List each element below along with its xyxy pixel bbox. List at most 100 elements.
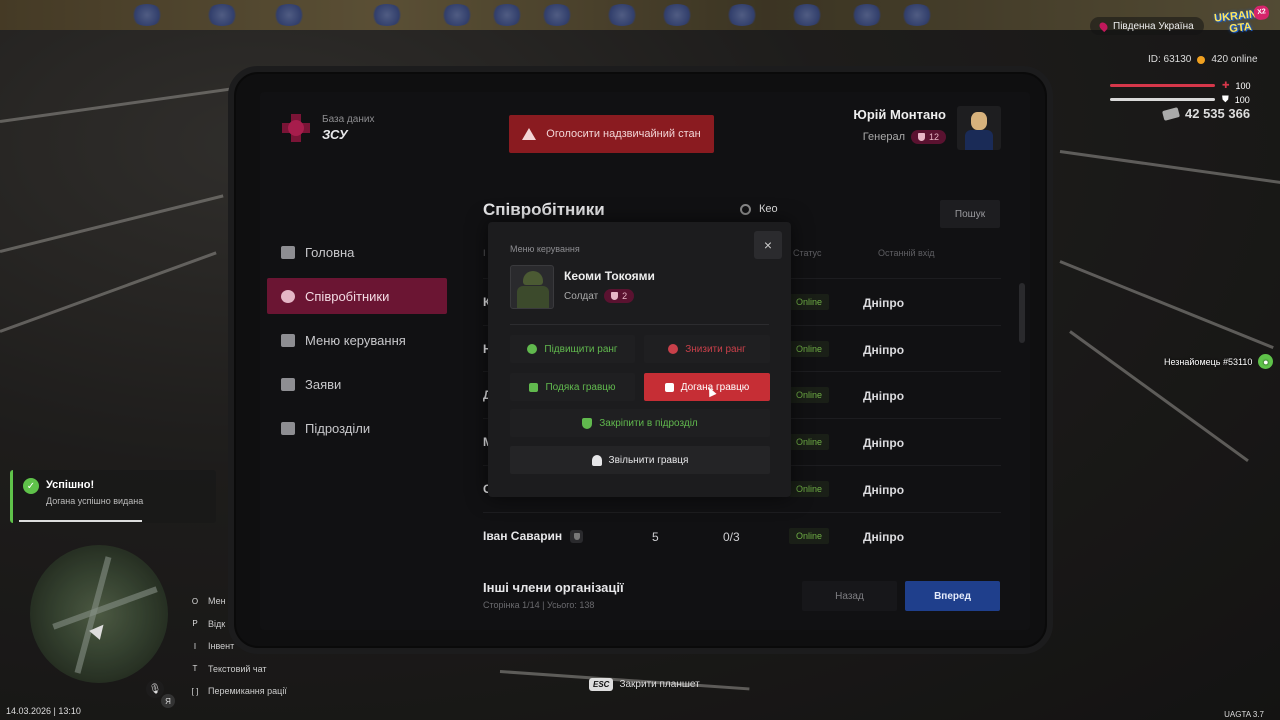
- search-icon: [740, 203, 751, 215]
- arrow-up-icon: [527, 344, 538, 354]
- armor-readout: ⛊ 100: [1222, 94, 1250, 105]
- hotkey-key: I: [193, 641, 197, 651]
- nearby-player-name: Незнайомець #53110: [1164, 356, 1253, 367]
- hotkey-label: Перемикання рації: [208, 686, 287, 697]
- status-badge: Online: [789, 528, 830, 544]
- folder-icon: [281, 377, 295, 391]
- sidebar-item-label: Головна: [305, 244, 355, 260]
- hotkey-key: P: [192, 619, 198, 629]
- health-bar: [1110, 84, 1215, 87]
- zsu-emblem-icon: [280, 112, 312, 144]
- last-login-city: Дніпро: [863, 389, 905, 403]
- assign-unit-label: Закріпити в підрозділ: [599, 417, 698, 429]
- other-members-section: Інші члени організації Сторінка 1/14 | У…: [483, 580, 624, 610]
- thumbs-up-icon: [529, 382, 539, 392]
- hotkey-key: T: [192, 664, 198, 674]
- player-rank-label: Солдат: [564, 290, 599, 302]
- status-badge: Online: [789, 341, 830, 357]
- close-icon[interactable]: ×: [754, 231, 782, 259]
- shield-icon: [570, 529, 584, 543]
- player-rank: Солдат 2: [564, 289, 635, 303]
- declare-emergency-label: Оголосити надзвичайний стан: [546, 128, 701, 140]
- online-count: 420 online: [1211, 54, 1258, 65]
- health-value: 100: [1235, 80, 1251, 91]
- back-button[interactable]: Назад: [802, 581, 897, 611]
- esc-key: ESC: [589, 678, 614, 691]
- sidebar-item-units[interactable]: Підрозділи: [267, 410, 447, 446]
- notification-title: Успішно!: [46, 479, 95, 491]
- sidebar-item-employees[interactable]: Співробітники: [267, 278, 447, 314]
- fire-player-button[interactable]: Звільнити гравця: [510, 446, 770, 474]
- hotkey-label: Відк: [208, 618, 226, 629]
- health-readout: ✚ 100: [1222, 80, 1251, 91]
- money-icon: [1161, 106, 1181, 121]
- close-tablet-hint: ESC Закрити планшет: [589, 678, 700, 691]
- rank-level: 12: [928, 132, 939, 142]
- armor-value: 100: [1234, 94, 1250, 105]
- sidebar-item-home[interactable]: Головна: [267, 234, 447, 270]
- brand-subtitle: База даних: [322, 114, 375, 125]
- shield-icon: [917, 133, 925, 141]
- last-login-city: Дніпро: [863, 483, 905, 497]
- server-logo: UKRAINE GTA X2: [1213, 4, 1270, 40]
- assign-unit-button[interactable]: Закріпити в підрозділ: [510, 409, 770, 437]
- sidebar-item-applications[interactable]: Заяви: [267, 366, 447, 402]
- game-version: UAGTA 3.7: [1224, 710, 1264, 719]
- search-input[interactable]: Кео: [759, 203, 778, 215]
- next-button[interactable]: Вперед: [905, 581, 1000, 611]
- last-login-city: Дніпро: [863, 296, 905, 310]
- declare-emergency-button[interactable]: Оголосити надзвичайний стан: [509, 115, 714, 153]
- last-login-city: Дніпро: [863, 530, 905, 544]
- rank-up-button[interactable]: Підвищити ранг: [510, 335, 635, 363]
- sidebar-item-label: Заяви: [305, 376, 342, 392]
- thanks-button[interactable]: Подяка гравцю: [510, 373, 635, 401]
- sidebar-item-control-menu[interactable]: Меню керування: [267, 322, 447, 358]
- current-user: Юрій Монтано Генерал 12: [830, 107, 946, 144]
- close-tablet-label: Закрити планшет: [619, 679, 700, 690]
- status-badge: Online: [789, 294, 830, 310]
- money-display: 42 535 366: [1161, 106, 1250, 121]
- armor-shield-icon: ⛊: [1222, 94, 1229, 104]
- pagination-info: Сторінка 1/14 | Усього: 138: [483, 600, 595, 610]
- sidebar-item-label: Співробітники: [305, 288, 390, 304]
- fire-player-label: Звільнити гравця: [608, 454, 689, 466]
- location-pin-icon: [1097, 20, 1110, 32]
- rank-down-button[interactable]: Знизити ранг: [644, 335, 770, 363]
- nearby-player-label: Незнайомець #53110 ●: [1164, 354, 1274, 369]
- last-login-city: Дніпро: [863, 436, 905, 450]
- hotkey-key: [ ]: [191, 686, 199, 696]
- player-avatar: [510, 265, 554, 309]
- hotkey-item: [ ] Перемикання рації: [188, 680, 287, 703]
- heart-icon: ✚: [1222, 80, 1230, 90]
- player-id: ID: 63130: [1148, 54, 1192, 65]
- checkmark-icon: ✓: [23, 478, 39, 494]
- rank-badge: 2: [604, 289, 635, 303]
- rank-badge: 12: [910, 130, 946, 144]
- shield-plus-icon: [582, 417, 593, 429]
- user-rank-label: Генерал: [862, 131, 905, 143]
- user-remove-icon: [591, 454, 602, 466]
- status-badge: Online: [789, 387, 830, 403]
- hotkey-label: Мен: [208, 596, 226, 607]
- region-indicator: Південна Україна: [1090, 17, 1204, 35]
- online-icon: [1197, 55, 1206, 64]
- player-name: Кеоми Токоями: [564, 269, 655, 283]
- hotkey-item: T Текстовий чат: [188, 658, 287, 681]
- search-box[interactable]: Кео: [740, 203, 778, 215]
- region-name: Південна Україна: [1113, 20, 1194, 32]
- modal-title: Меню керування: [510, 244, 580, 254]
- rank-up-label: Підвищити ранг: [544, 343, 618, 355]
- scrollbar[interactable]: [1019, 283, 1025, 343]
- employee-rank-value: 5: [652, 530, 659, 544]
- avatar: [957, 106, 1001, 150]
- notification-timer-bar: [19, 520, 142, 522]
- sidebar-item-label: Підрозділи: [305, 420, 371, 436]
- table-row[interactable]: Іван Саварин 5 0/3 Online Дніпро: [483, 512, 1001, 558]
- column-header: І: [483, 248, 486, 258]
- other-members-title: Інші члени організації: [483, 580, 624, 595]
- user-name: Юрій Монтано: [853, 107, 946, 122]
- shield-icon: [281, 421, 295, 435]
- search-button[interactable]: Пошук: [940, 200, 1000, 228]
- hotkey-label: Інвент: [208, 641, 235, 652]
- voice-chat-icon[interactable]: 🎙: [146, 680, 164, 698]
